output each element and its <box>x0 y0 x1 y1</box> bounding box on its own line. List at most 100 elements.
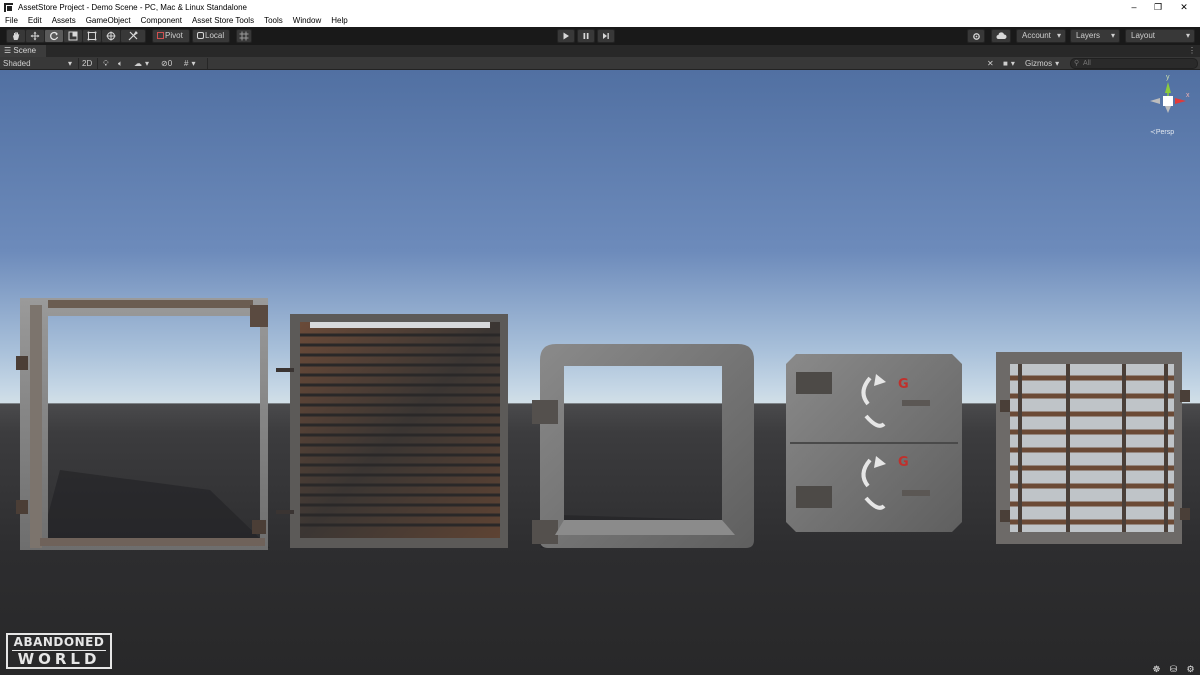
shading-mode-label: Shaded <box>3 59 31 68</box>
metal-panel-door-model[interactable]: G G <box>786 354 962 532</box>
scene-search-input[interactable]: ⚲ All <box>1070 58 1198 69</box>
grid-snap-icon <box>239 31 249 41</box>
menu-help[interactable]: Help <box>326 16 352 25</box>
layers-label: Layers <box>1076 31 1101 40</box>
visibility-icon: ⊘ <box>161 59 168 68</box>
camera-dropdown[interactable]: ■ <box>1003 57 1015 70</box>
axis-x-label: x <box>1186 92 1190 99</box>
rect-tool-button[interactable] <box>82 29 102 43</box>
menu-file[interactable]: File <box>0 16 23 25</box>
move-tool-button[interactable] <box>25 29 45 43</box>
transform-icon <box>106 31 116 41</box>
minimize-button[interactable]: – <box>1122 0 1146 14</box>
svg-text:G: G <box>898 455 909 470</box>
menu-component[interactable]: Component <box>136 16 187 25</box>
transform-tool-button[interactable] <box>101 29 121 43</box>
svg-text:G: G <box>898 377 909 392</box>
step-icon <box>603 33 609 39</box>
cloud-button[interactable] <box>991 29 1011 43</box>
pivot-label: Pivot <box>165 31 183 40</box>
scale-tool-button[interactable] <box>63 29 83 43</box>
scene-toolbar: Shaded 2D 💡︎ 🔈︎ ☁ ⊘0 # ✕ ■ Gizmos ⚲ All <box>0 57 1200 70</box>
logo-line-1: ABANDONED <box>13 635 105 649</box>
unity-app-icon <box>4 2 13 12</box>
grid-snap-button[interactable] <box>236 29 252 43</box>
maximize-button[interactable]: ❐ <box>1146 0 1170 14</box>
tab-scene-label: Scene <box>13 46 37 55</box>
menu-assets[interactable]: Assets <box>47 16 81 25</box>
cache-server-icon[interactable]: ⛁ <box>1168 664 1179 674</box>
shading-mode-dropdown[interactable]: Shaded <box>3 57 75 70</box>
progress-icon[interactable]: ☸ <box>1151 664 1162 674</box>
pivot-toggle[interactable]: Pivot <box>152 29 190 43</box>
scene-viewport[interactable]: G G y x ≺Persp ABANDONED WORLD ☸ ⛁ ⚙ <box>0 70 1200 675</box>
pivot-icon <box>157 32 164 39</box>
projection-toggle[interactable]: ≺Persp <box>1150 128 1174 136</box>
close-button[interactable]: ✕ <box>1172 0 1196 14</box>
pause-icon <box>583 33 589 39</box>
move-icon <box>30 31 40 41</box>
effects-dropdown[interactable]: ☁ <box>134 57 149 70</box>
menu-edit[interactable]: Edit <box>23 16 47 25</box>
tab-scene[interactable]: ☰ Scene <box>0 45 46 57</box>
main-toolbar: Pivot Local Account Layers Layout <box>0 27 1200 45</box>
effects-icon: ☁ <box>134 59 142 68</box>
2d-toggle[interactable]: 2D <box>82 57 92 70</box>
local-toggle[interactable]: Local <box>192 29 230 43</box>
orientation-gizmo[interactable]: y x ≺Persp <box>1146 74 1190 136</box>
hidden-count: 0 <box>167 59 173 68</box>
services-button[interactable] <box>967 29 985 43</box>
menu-asset-store-tools[interactable]: Asset Store Tools <box>187 16 259 25</box>
rotate-icon <box>50 31 59 41</box>
collaborate-icon[interactable]: ⚙ <box>1185 664 1196 674</box>
louver-door-model[interactable] <box>276 314 508 548</box>
window-title: AssetStore Project - Demo Scene - PC, Ma… <box>18 2 247 12</box>
play-icon <box>563 32 569 40</box>
abandoned-world-logo: ABANDONED WORLD <box>6 633 112 669</box>
local-label: Local <box>205 31 225 40</box>
menu-tools[interactable]: Tools <box>259 16 288 25</box>
custom-tool-icon <box>128 31 138 41</box>
window-titlebar: AssetStore Project - Demo Scene - PC, Ma… <box>0 0 1200 14</box>
services-icon <box>972 33 980 40</box>
scene-icon: ☰ <box>4 46 12 55</box>
gizmos-label: Gizmos <box>1025 59 1053 68</box>
menu-window[interactable]: Window <box>288 16 326 25</box>
step-button[interactable] <box>597 29 615 43</box>
grid-dropdown[interactable]: # <box>184 57 195 70</box>
gizmos-dropdown[interactable]: Gizmos <box>1025 57 1059 70</box>
rotate-tool-button[interactable] <box>44 29 64 43</box>
axis-y-label: y <box>1166 74 1170 81</box>
kebab-menu-icon[interactable]: ⋮ <box>1188 45 1196 57</box>
local-icon <box>197 32 204 39</box>
grated-door-model[interactable] <box>996 352 1190 544</box>
scene-render: G G <box>16 298 1190 550</box>
logo-line-2: WORLD <box>12 650 106 667</box>
layers-dropdown[interactable]: Layers <box>1070 29 1120 43</box>
search-placeholder: All <box>1083 60 1091 67</box>
play-button[interactable] <box>557 29 575 43</box>
camera-icon: ■ <box>1003 59 1008 68</box>
custom-tool-button[interactable] <box>120 29 146 43</box>
menu-gameobject[interactable]: GameObject <box>81 16 136 25</box>
status-icons: ☸ ⛁ ⚙ <box>1151 664 1196 674</box>
account-label: Account <box>1022 31 1051 40</box>
tools-toggle-icon[interactable]: ✕ <box>987 57 994 70</box>
layout-dropdown[interactable]: Layout <box>1125 29 1195 43</box>
lighting-toggle-icon[interactable]: 💡︎ <box>103 57 109 70</box>
account-dropdown[interactable]: Account <box>1016 29 1066 43</box>
grid-icon: # <box>184 59 189 68</box>
layout-label: Layout <box>1131 31 1156 40</box>
hidden-objects-toggle[interactable]: ⊘0 <box>161 57 172 70</box>
scene-tab-bar: ☰ Scene ⋮ <box>0 45 1200 57</box>
hand-tool-button[interactable] <box>6 29 26 43</box>
cloud-icon <box>996 32 1007 39</box>
search-icon: ⚲ <box>1074 60 1080 67</box>
projection-label: Persp <box>1155 129 1175 136</box>
hand-icon <box>13 32 20 40</box>
scale-icon <box>68 31 78 41</box>
audio-toggle-icon[interactable]: 🔈︎ <box>118 57 123 70</box>
menu-bar: File Edit Assets GameObject Component As… <box>0 14 1200 27</box>
pause-button[interactable] <box>577 29 595 43</box>
rect-icon <box>87 31 97 41</box>
